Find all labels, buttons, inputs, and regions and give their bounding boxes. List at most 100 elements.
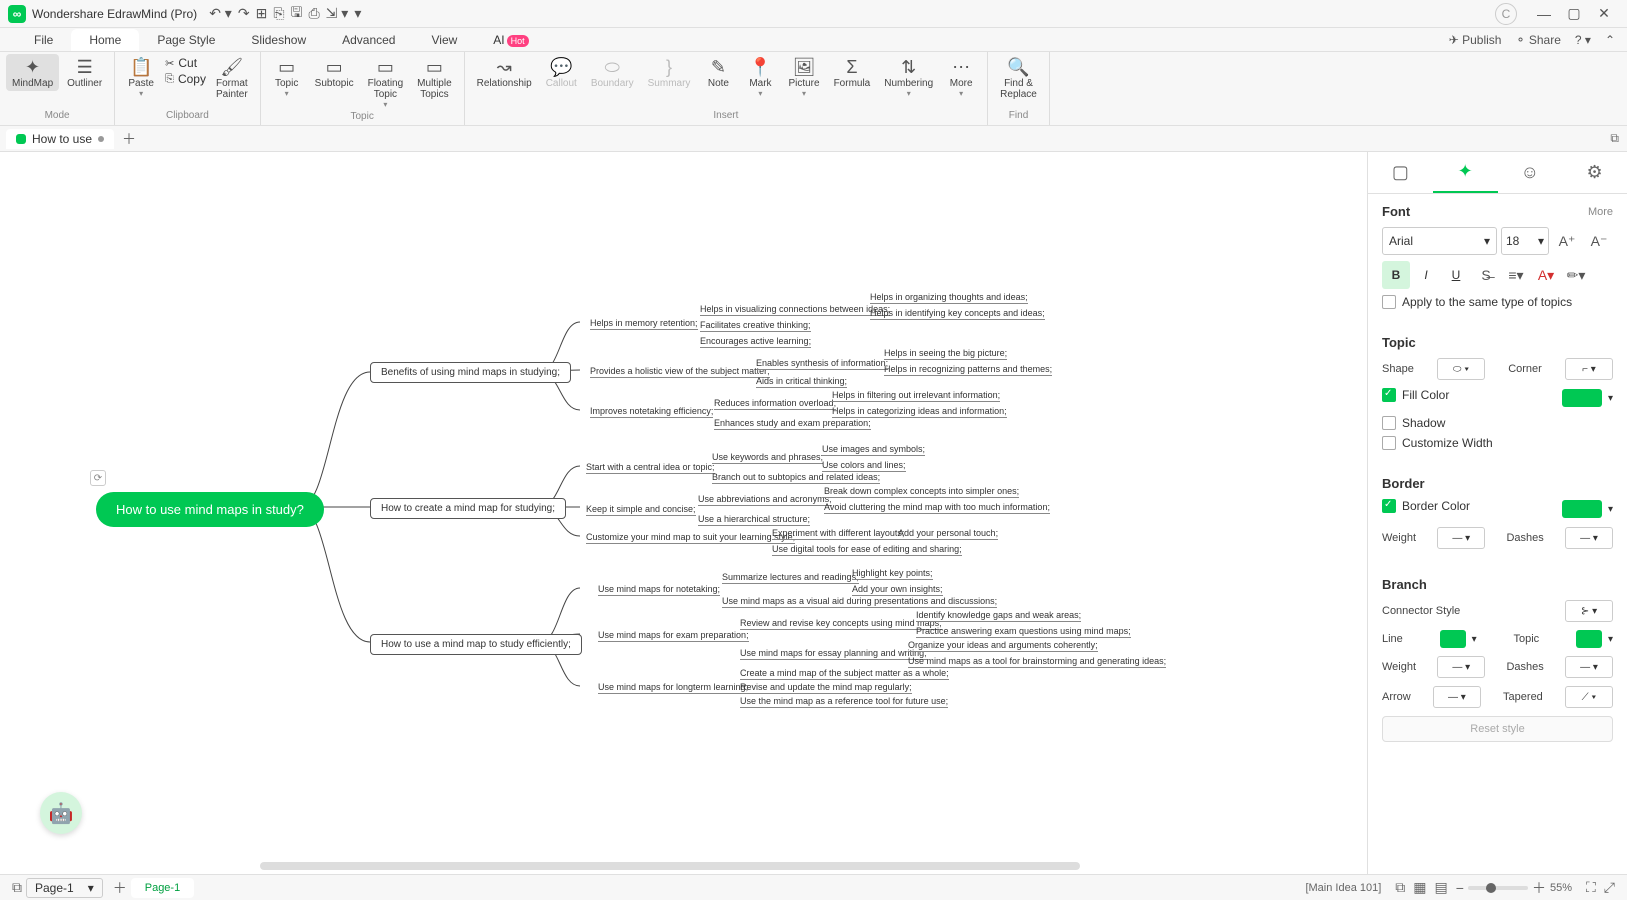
branch-efficient[interactable]: How to use a mind map to study efficient… <box>370 634 582 655</box>
callout-button[interactable]: 💬Callout <box>540 54 583 91</box>
note-button[interactable]: ✎Note <box>698 54 738 91</box>
picture-button[interactable]: 🖼Picture▾ <box>782 54 825 100</box>
font-smaller[interactable]: A⁻ <box>1585 227 1613 255</box>
border-weight[interactable]: — ▾ <box>1437 527 1485 549</box>
menu-pagestyle[interactable]: Page Style <box>139 29 233 51</box>
leaf[interactable]: Enables synthesis of information; <box>756 358 888 370</box>
close-button[interactable]: ✕ <box>1589 5 1619 22</box>
leaf[interactable]: Use colors and lines; <box>822 460 906 472</box>
copy-button[interactable]: ⎘ Copy <box>165 72 206 86</box>
leaf[interactable]: Organize your ideas and arguments cohere… <box>908 640 1098 652</box>
bordercolor-checkbox[interactable]: Border Color <box>1382 499 1470 513</box>
formula-button[interactable]: ΣFormula <box>828 54 877 91</box>
open-button[interactable]: ⎘ <box>273 5 284 22</box>
leaf[interactable]: Use mind maps for longterm learning; <box>598 682 748 694</box>
leaf[interactable]: Helps in recognizing patterns and themes… <box>884 364 1052 376</box>
leaf[interactable]: Use digital tools for ease of editing an… <box>772 544 962 556</box>
leaf[interactable]: Use mind maps for essay planning and wri… <box>740 648 927 660</box>
view-mode-1[interactable]: ⧉ <box>1395 879 1405 896</box>
zoom-in[interactable]: ＋ <box>1532 878 1546 898</box>
leaf[interactable]: Keep it simple and concise; <box>586 504 696 516</box>
toggle-pages[interactable]: ⧉ <box>12 879 22 896</box>
side-tab-settings[interactable]: ⚙ <box>1562 152 1627 193</box>
page-dropdown[interactable]: Page-1▾ <box>26 878 103 898</box>
leaf[interactable]: Helps in organizing thoughts and ideas; <box>870 292 1028 304</box>
outliner-mode[interactable]: ☰Outliner <box>61 54 108 91</box>
reset-style[interactable]: Reset style <box>1382 716 1613 742</box>
numbering-button[interactable]: ⇅Numbering▾ <box>878 54 939 100</box>
cut-button[interactable]: ✂ Cut <box>165 56 206 70</box>
floating-topic[interactable]: ▭Floating Topic▾ <box>362 54 410 111</box>
add-page[interactable]: ＋ <box>113 878 127 898</box>
undo-button[interactable]: ↶ ▾ <box>209 5 232 22</box>
doc-tab[interactable]: How to use <box>6 129 114 149</box>
side-tab-icon[interactable]: ☺ <box>1498 152 1563 193</box>
boundary-button[interactable]: ⬭Boundary <box>585 54 640 91</box>
mark-button[interactable]: 📍Mark▾ <box>740 54 780 100</box>
minimize-button[interactable]: ― <box>1529 6 1559 22</box>
export-button[interactable]: ⇲ ▾ <box>326 5 349 22</box>
leaf[interactable]: Use a hierarchical structure; <box>698 514 810 526</box>
leaf[interactable]: Use the mind map as a reference tool for… <box>740 696 948 708</box>
leaf[interactable]: Branch out to subtopics and related idea… <box>712 472 880 484</box>
menu-ai[interactable]: AIHot <box>475 29 546 51</box>
shape-select[interactable]: ⬭ ▾ <box>1437 358 1485 380</box>
leaf[interactable]: Identify knowledge gaps and weak areas; <box>916 610 1081 622</box>
help-button[interactable]: ? ▾ <box>1575 33 1591 47</box>
corner-select[interactable]: ⌐ ▾ <box>1565 358 1613 380</box>
summary-button[interactable]: }Summary <box>642 54 697 91</box>
save-button[interactable]: 🖫 <box>291 2 303 26</box>
font-color[interactable]: A▾ <box>1532 261 1560 289</box>
leaf[interactable]: Revise and update the mind map regularly… <box>740 682 912 694</box>
leaf[interactable]: Helps in filtering out irrelevant inform… <box>832 390 1000 402</box>
menu-home[interactable]: Home <box>71 29 139 51</box>
fill-color-drop[interactable]: ▾ <box>1608 393 1613 404</box>
paste-button[interactable]: 📋Paste▾ <box>121 54 161 100</box>
leaf[interactable]: Improves notetaking efficiency; <box>590 406 713 418</box>
leaf[interactable]: Encourages active learning; <box>700 336 811 348</box>
tapered-select[interactable]: ⟋ ▾ <box>1565 686 1613 708</box>
leaf[interactable]: Create a mind map of the subject matter … <box>740 668 949 680</box>
redo-button[interactable]: ↷ <box>238 5 250 22</box>
strike-button[interactable]: S̶ <box>1472 261 1500 289</box>
customwidth-checkbox[interactable]: Customize Width <box>1382 436 1613 450</box>
topic-drop[interactable]: ▾ <box>1608 634 1613 645</box>
page-tab-1[interactable]: Page-1 <box>131 878 194 898</box>
line-drop[interactable]: ▾ <box>1472 634 1477 645</box>
leaf[interactable]: Helps in memory retention; <box>590 318 698 330</box>
format-painter[interactable]: 🖌Format Painter <box>210 54 254 102</box>
view-mode-2[interactable]: ▦ <box>1413 879 1426 896</box>
menu-file[interactable]: File <box>16 29 71 51</box>
menu-advanced[interactable]: Advanced <box>324 29 413 51</box>
leaf[interactable]: Avoid cluttering the mind map with too m… <box>824 502 1050 514</box>
leaf[interactable]: Use mind maps as a tool for brainstormin… <box>908 656 1166 668</box>
arrow-select[interactable]: — ▾ <box>1433 686 1481 708</box>
shadow-checkbox[interactable]: Shadow <box>1382 416 1613 430</box>
font-more[interactable]: More <box>1588 206 1613 218</box>
fill-color-swatch[interactable] <box>1562 389 1602 407</box>
leaf[interactable]: Provides a holistic view of the subject … <box>590 366 770 378</box>
leaf[interactable]: Facilitates creative thinking; <box>700 320 811 332</box>
leaf[interactable]: Break down complex concepts into simpler… <box>824 486 1019 498</box>
branch-create[interactable]: How to create a mind map for studying; <box>370 498 566 519</box>
qat-more[interactable]: ▾ <box>354 5 361 22</box>
leaf[interactable]: Helps in seeing the big picture; <box>884 348 1007 360</box>
branch-weight[interactable]: — ▾ <box>1437 656 1485 678</box>
mindmap-mode[interactable]: ✦MindMap <box>6 54 59 91</box>
zoom-slider[interactable] <box>1468 886 1528 890</box>
zoom-out[interactable]: − <box>1456 880 1464 896</box>
leaf[interactable]: Use abbreviations and acronyms; <box>698 494 832 506</box>
user-avatar[interactable]: C <box>1495 3 1517 25</box>
multiple-topics[interactable]: ▭Multiple Topics <box>411 54 457 102</box>
connector-select[interactable]: ⊱ ▾ <box>1565 600 1613 622</box>
more-insert[interactable]: ⋯More▾ <box>941 54 981 100</box>
side-tab-style[interactable]: ✦ <box>1433 152 1498 193</box>
leaf[interactable]: Highlight key points; <box>852 568 933 580</box>
branch-dashes[interactable]: — ▾ <box>1565 656 1613 678</box>
fit-view[interactable]: ⛶ <box>1586 879 1596 896</box>
canvas[interactable]: ⟳ How to use mind maps in study? Benefit… <box>0 152 1367 874</box>
leaf[interactable]: Use mind maps for exam preparation; <box>598 630 749 642</box>
root-node[interactable]: How to use mind maps in study? <box>96 492 324 527</box>
branch-benefits[interactable]: Benefits of using mind maps in studying; <box>370 362 571 383</box>
subtopic-button[interactable]: ▭Subtopic <box>309 54 360 91</box>
